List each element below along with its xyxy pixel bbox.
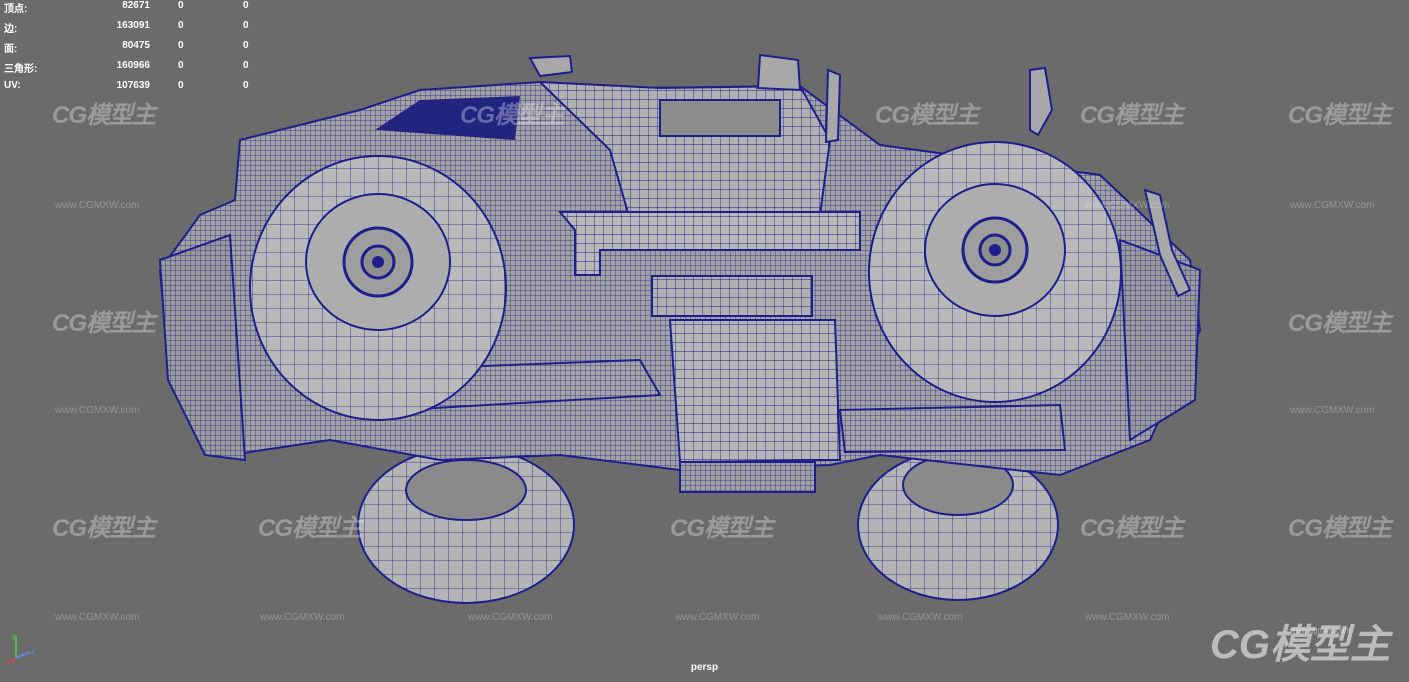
watermark-url: www.CGMXW.com bbox=[1085, 200, 1170, 211]
top-wheel-right bbox=[868, 141, 1122, 403]
bottom-wheel-left bbox=[357, 446, 575, 604]
svg-text:y: y bbox=[12, 633, 16, 640]
hud-selected-value: 0 bbox=[178, 80, 184, 91]
hud-displayed-value: 0 bbox=[243, 60, 249, 71]
hud-value: 107639 bbox=[116, 80, 150, 91]
watermark-logo: CG模型主 bbox=[875, 102, 979, 129]
watermark-logo: CG模型主 bbox=[1288, 515, 1392, 542]
watermark-url: www.CGMXW.com bbox=[1085, 612, 1170, 623]
hud-value: 80475 bbox=[122, 40, 150, 51]
watermark-logo: CG模型主 bbox=[670, 515, 774, 542]
hud-label: 顶点: bbox=[4, 4, 28, 15]
hud-selected-value: 0 bbox=[178, 20, 184, 31]
3d-viewport[interactable] bbox=[0, 0, 1409, 677]
hud-label: UV: bbox=[4, 80, 21, 91]
hud-displayed-value: 0 bbox=[243, 80, 249, 91]
watermark-url: www.CGMXW.com bbox=[1290, 405, 1375, 416]
watermark-logo: CG模型主 bbox=[460, 102, 564, 129]
hud-label: 三角形: bbox=[4, 64, 38, 75]
vehicle-wireframe-model[interactable] bbox=[0, 0, 1409, 677]
hud-selected-value: 0 bbox=[178, 40, 184, 51]
watermark-logo: CG模型主 bbox=[1080, 515, 1184, 542]
watermark-logo: CG模型主 bbox=[258, 515, 362, 542]
axis-gizmo-icon: y z x bbox=[6, 633, 35, 666]
hud-row-uv: UV: 107639 0 0 bbox=[4, 80, 264, 100]
watermark-logo: CG模型主 bbox=[1288, 102, 1392, 129]
watermark-url: www.CGMXW.com bbox=[878, 612, 963, 623]
hud-displayed-value: 0 bbox=[243, 20, 249, 31]
hud-row-vertices: 顶点: 82671 0 0 bbox=[4, 0, 264, 20]
watermark-url: www.CGMXW.com bbox=[55, 405, 140, 416]
hud-value: 163091 bbox=[116, 20, 150, 31]
hud-displayed-value: 0 bbox=[243, 0, 249, 11]
top-wheel-left bbox=[249, 155, 507, 421]
hud-value: 82671 bbox=[122, 0, 150, 11]
hud-row-edges: 边: 163091 0 0 bbox=[4, 20, 264, 40]
hud-label: 边: bbox=[4, 24, 18, 35]
watermark-logo: CG模型主 bbox=[1288, 310, 1392, 337]
hud-value: 160966 bbox=[116, 60, 150, 71]
hud-label: 面: bbox=[4, 44, 18, 55]
watermark-url: www.CGMXW.com bbox=[675, 612, 760, 623]
camera-name-label: persp bbox=[690, 662, 719, 673]
watermark-logo: CG模型主 bbox=[52, 310, 156, 337]
svg-text:z: z bbox=[31, 649, 35, 656]
watermark-url: www.CGMXW.com bbox=[55, 612, 140, 623]
hud-displayed-value: 0 bbox=[243, 40, 249, 51]
watermark-url: www.CGMXW.com bbox=[468, 612, 553, 623]
poly-count-hud: 顶点: 82671 0 0 边: 163091 0 0 面: 80475 0 0… bbox=[4, 0, 264, 100]
bottom-wheel-right bbox=[857, 449, 1059, 601]
watermark-logo: CG模型主 bbox=[52, 102, 156, 129]
hud-row-faces: 面: 80475 0 0 bbox=[4, 40, 264, 60]
hud-selected-value: 0 bbox=[178, 0, 184, 11]
hud-row-triangles: 三角形: 160966 0 0 bbox=[4, 60, 264, 80]
watermark-logo: CG模型主 bbox=[52, 515, 156, 542]
watermark-url: www.CGMXW.com bbox=[260, 612, 345, 623]
watermark-url: www.CGMXW.com bbox=[55, 200, 140, 211]
hud-selected-value: 0 bbox=[178, 60, 184, 71]
watermark-url: www.CGMXW.com bbox=[1290, 200, 1375, 211]
watermark-logo: CG模型主 bbox=[1080, 102, 1184, 129]
